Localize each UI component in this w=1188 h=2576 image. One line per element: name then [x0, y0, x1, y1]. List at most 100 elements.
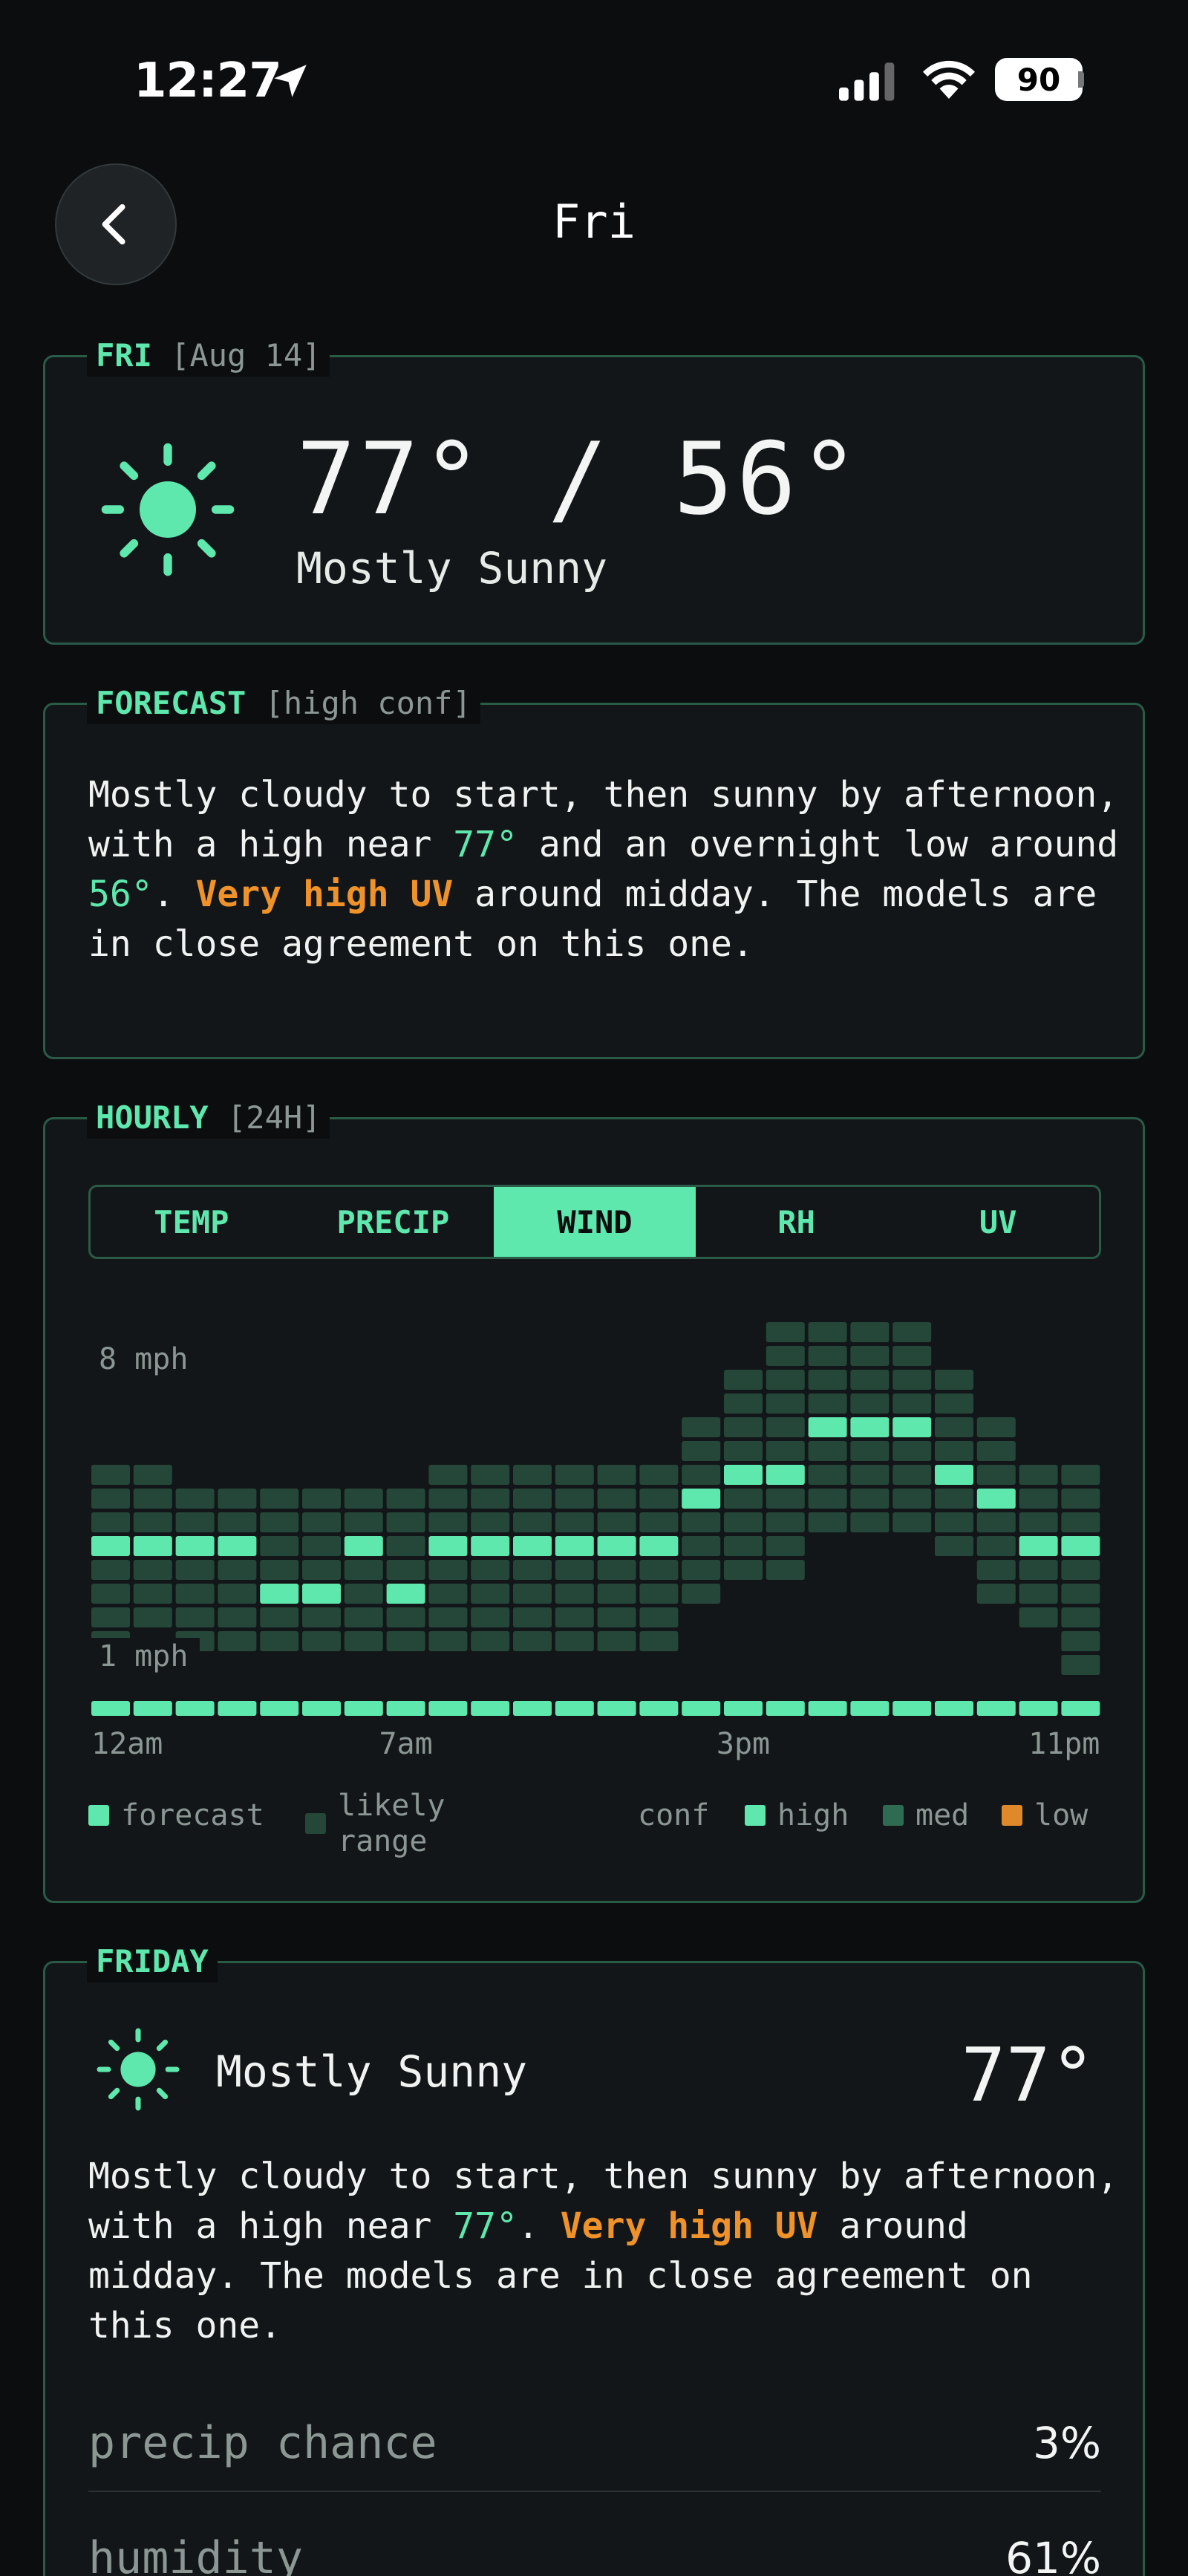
confidence-cell	[724, 1701, 763, 1716]
text-part: .	[517, 2205, 561, 2247]
range-cell	[682, 1560, 721, 1580]
confidence-cell	[639, 1701, 679, 1716]
low-temp-highlight: 56°	[88, 874, 153, 915]
forecast-cell	[386, 1584, 425, 1604]
stat-label: humidity	[88, 2532, 303, 2576]
sun-icon	[97, 2028, 180, 2111]
today-summary-panel: FRI [Aug 14] 77° / 56° Mostly Sunny	[43, 335, 1145, 645]
day-name-label: FRIDAY	[96, 1943, 209, 1980]
confidence-cell	[260, 1701, 299, 1716]
stat-row-humidity: humidity 61%	[88, 2510, 1101, 2576]
forecast-cell	[724, 1465, 763, 1485]
confidence-cell	[386, 1701, 425, 1716]
range-cell	[766, 1441, 805, 1461]
range-cell	[850, 1465, 890, 1485]
legend-high: high	[745, 1798, 849, 1832]
panel-label: FRI [Aug 14]	[87, 335, 330, 377]
range-cell	[935, 1489, 973, 1509]
forecast-cell	[513, 1536, 552, 1556]
range-cell	[808, 1441, 847, 1461]
confidence-cell	[808, 1701, 847, 1716]
range-cell	[513, 1489, 552, 1509]
confidence-cell	[892, 1701, 932, 1716]
range-cell	[471, 1607, 510, 1627]
wifi-icon	[923, 60, 975, 99]
range-cell	[682, 1584, 721, 1604]
range-cell	[344, 1584, 383, 1604]
forecast-cell	[976, 1489, 1016, 1509]
stat-row-precip: precip chance 3%	[88, 2396, 1101, 2492]
range-cell	[766, 1346, 805, 1366]
forecast-label: FORECAST	[96, 685, 247, 721]
range-cell	[302, 1607, 341, 1627]
range-cell	[639, 1631, 679, 1651]
date-label: [Aug 14]	[171, 337, 322, 374]
range-cell	[597, 1607, 636, 1627]
range-cell	[386, 1607, 425, 1627]
range-cell	[935, 1441, 973, 1461]
range-cell	[428, 1512, 468, 1532]
range-cell	[428, 1465, 468, 1485]
legend-med: med	[883, 1798, 969, 1832]
range-cell	[850, 1441, 890, 1461]
confidence-cell	[555, 1701, 594, 1716]
range-cell	[808, 1370, 847, 1390]
range-cell	[260, 1536, 299, 1556]
range-cell	[597, 1465, 636, 1485]
range-cell	[639, 1607, 679, 1627]
confidence-cell	[91, 1701, 130, 1716]
forecast-cell	[133, 1536, 172, 1556]
range-cell	[91, 1607, 130, 1627]
range-cell	[1019, 1560, 1058, 1580]
range-cell	[218, 1512, 257, 1532]
range-cell	[682, 1417, 721, 1437]
confidence-label: [high conf]	[264, 685, 471, 721]
range-cell	[91, 1560, 130, 1580]
range-cell	[555, 1631, 594, 1651]
forecast-cell	[555, 1536, 594, 1556]
confidence-cell	[133, 1701, 172, 1716]
x-tick-label: 3pm	[717, 1727, 770, 1761]
legend-label-line: likely	[338, 1789, 446, 1823]
x-tick-label: 7am	[379, 1727, 432, 1761]
day-label: FRI	[96, 337, 152, 374]
range-cell	[1061, 1465, 1100, 1485]
legend-swatch	[88, 1805, 109, 1826]
range-cell	[91, 1584, 130, 1604]
x-tick-label: 11pm	[1028, 1727, 1100, 1761]
range-cell	[133, 1465, 172, 1485]
x-tick-label: 12am	[91, 1727, 163, 1761]
range-cell	[976, 1512, 1016, 1532]
range-cell	[175, 1584, 215, 1604]
range-cell	[302, 1512, 341, 1532]
range-cell	[175, 1607, 215, 1627]
forecast-text: Mostly cloudy to start, then sunny by af…	[88, 770, 1120, 969]
range-cell	[513, 1465, 552, 1485]
range-cell	[597, 1512, 636, 1532]
range-cell	[175, 1489, 215, 1509]
range-cell	[302, 1536, 341, 1556]
page-title: Fri	[552, 195, 636, 249]
range-cell	[471, 1465, 510, 1485]
range-cell	[892, 1465, 932, 1485]
range-cell	[1019, 1489, 1058, 1509]
range-cell	[260, 1631, 299, 1651]
hourly-panel: HOURLY [24H] TEMP PRECIP WIND RH UV 8 mp…	[43, 1097, 1145, 1903]
range-cell	[344, 1560, 383, 1580]
range-cell	[639, 1489, 679, 1509]
range-cell	[850, 1346, 890, 1366]
legend-label-line: range	[338, 1824, 428, 1858]
range-cell	[808, 1322, 847, 1342]
range-cell	[639, 1465, 679, 1485]
range-cell	[766, 1489, 805, 1509]
range-cell	[850, 1489, 890, 1509]
range-cell	[808, 1489, 847, 1509]
location-arrow-icon	[274, 65, 307, 97]
legend-conf: conf	[638, 1798, 709, 1832]
range-cell	[302, 1489, 341, 1509]
range-cell	[1061, 1655, 1100, 1675]
range-cell	[471, 1489, 510, 1509]
range-cell	[555, 1512, 594, 1532]
legend-swatch	[883, 1805, 904, 1826]
range-cell	[218, 1560, 257, 1580]
